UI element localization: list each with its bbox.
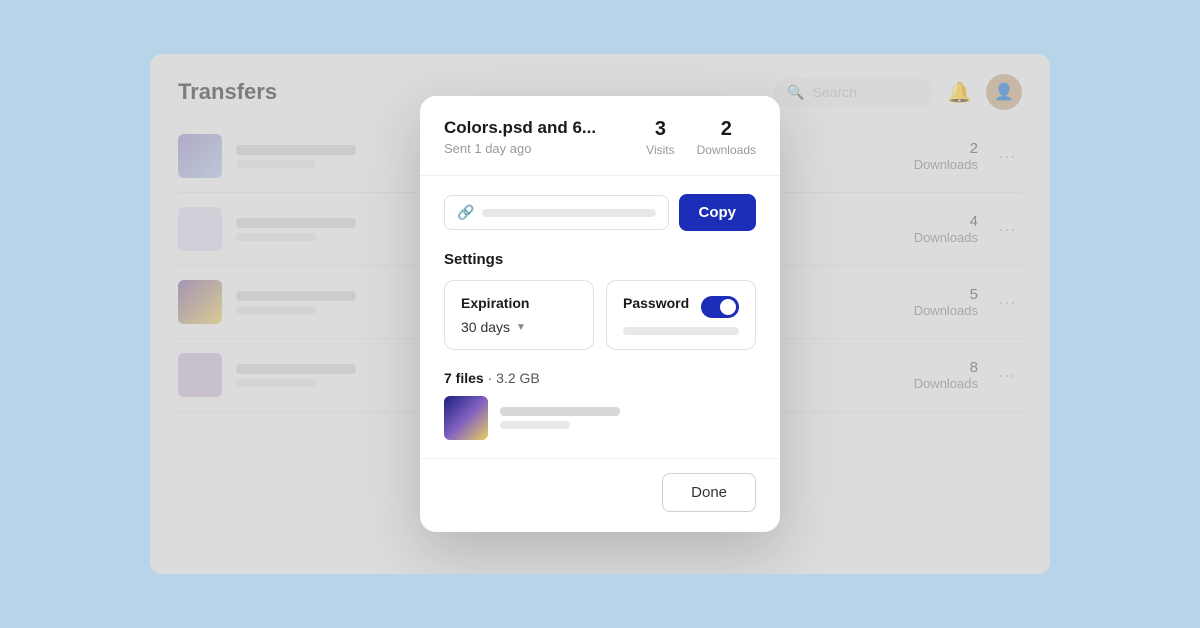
modal-stats: 3 Visits 2 Downloads xyxy=(646,118,756,159)
link-input-wrapper[interactable]: 🔗 xyxy=(444,195,669,230)
chevron-down-icon: ▼ xyxy=(516,322,526,333)
modal-title: Colors.psd and 6... xyxy=(444,118,626,138)
files-header: 7 files · 3.2 GB xyxy=(444,370,756,386)
file-info xyxy=(500,407,620,429)
password-toggle[interactable] xyxy=(701,296,739,318)
file-thumbnail xyxy=(444,396,488,440)
modal-footer: Done xyxy=(420,458,780,532)
modal-dialog: Colors.psd and 6... Sent 1 day ago 3 Vis… xyxy=(420,96,780,532)
file-size-bar xyxy=(500,421,570,429)
expiration-value: 30 days xyxy=(461,319,510,335)
modal-overlay: Colors.psd and 6... Sent 1 day ago 3 Vis… xyxy=(150,54,1050,574)
password-card: Password xyxy=(606,280,756,350)
expiration-select[interactable]: 30 days ▼ xyxy=(461,319,577,335)
modal-body: 🔗 Copy Settings Expiration 30 days ▼ xyxy=(420,176,780,458)
link-input-bar xyxy=(482,209,655,217)
settings-label: Settings xyxy=(444,251,756,268)
files-section: 7 files · 3.2 GB xyxy=(444,370,756,440)
link-icon: 🔗 xyxy=(457,204,474,221)
copy-button[interactable]: Copy xyxy=(679,194,757,231)
files-size-value: 3.2 GB xyxy=(496,370,540,386)
modal-title-group: Colors.psd and 6... Sent 1 day ago xyxy=(444,118,626,156)
visits-count: 3 xyxy=(646,118,674,141)
expiration-title: Expiration xyxy=(461,295,577,311)
link-row: 🔗 Copy xyxy=(444,194,756,231)
modal-downloads-count: 2 xyxy=(697,118,756,141)
visits-stat: 3 Visits xyxy=(646,118,674,159)
password-header: Password xyxy=(623,295,739,319)
expiration-card: Expiration 30 days ▼ xyxy=(444,280,594,350)
app-window: Transfers 🔍 Search 🔔 👤 2 Downloads ··· xyxy=(150,54,1050,574)
files-count: 7 files xyxy=(444,370,484,386)
password-bar xyxy=(623,327,739,335)
modal-header: Colors.psd and 6... Sent 1 day ago 3 Vis… xyxy=(420,96,780,176)
done-button[interactable]: Done xyxy=(662,473,756,512)
toggle-knob xyxy=(720,299,736,315)
modal-downloads-label: Downloads xyxy=(697,143,756,157)
password-title: Password xyxy=(623,295,689,311)
visits-label: Visits xyxy=(646,143,674,157)
modal-subtitle: Sent 1 day ago xyxy=(444,141,626,156)
file-name-bar xyxy=(500,407,620,416)
file-item xyxy=(444,396,756,440)
files-size: · xyxy=(488,370,497,386)
downloads-stat: 2 Downloads xyxy=(697,118,756,159)
settings-row: Expiration 30 days ▼ Password xyxy=(444,280,756,350)
